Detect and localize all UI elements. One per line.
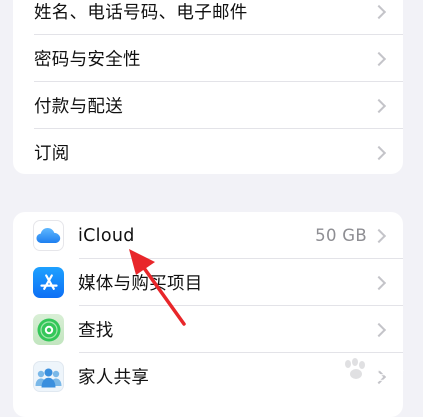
password-security-row[interactable]: 密码与安全性 [13, 35, 403, 82]
row-label: 密码与安全性 [34, 50, 141, 70]
subscriptions-row[interactable]: 订阅 [13, 129, 403, 174]
chevron-right-icon [371, 4, 387, 19]
icloud-icon [33, 220, 64, 251]
row-label: iCloud [78, 225, 135, 246]
chevron-right-icon [371, 51, 387, 66]
chevron-right-icon [371, 275, 387, 290]
baidu-watermark: Bai 经验 jingyan.baidu.com [306, 356, 404, 398]
row-label: 查找 [78, 321, 114, 341]
payment-shipping-row[interactable]: 付款与配送 [13, 82, 403, 129]
row-label: 订阅 [34, 144, 70, 164]
chevron-right-icon [371, 145, 387, 160]
row-label: 姓名、电话号码、电子邮件 [34, 3, 248, 23]
account-settings-group: 姓名、电话号码、电子邮件 密码与安全性 付款与配送 订阅 [13, 0, 403, 174]
row-label: 家人共享 [78, 368, 150, 388]
svg-text:经验: 经验 [368, 364, 404, 385]
chevron-right-icon [371, 98, 387, 113]
storage-value: 50 GB [315, 226, 367, 245]
family-sharing-icon [33, 361, 64, 392]
app-store-icon [33, 267, 64, 298]
find-my-icon [33, 314, 64, 345]
chevron-right-icon [371, 322, 387, 337]
icloud-row[interactable]: iCloud 50 GB [13, 212, 403, 259]
svg-text:jingyan.baidu.com: jingyan.baidu.com [321, 388, 395, 398]
svg-text:Bai: Bai [306, 356, 347, 386]
row-label: 媒体与购买项目 [78, 274, 203, 294]
name-phone-email-row[interactable]: 姓名、电话号码、电子邮件 [13, 0, 403, 35]
row-label: 付款与配送 [34, 97, 123, 117]
media-purchases-row[interactable]: 媒体与购买项目 [13, 259, 403, 306]
chevron-right-icon [371, 228, 387, 243]
